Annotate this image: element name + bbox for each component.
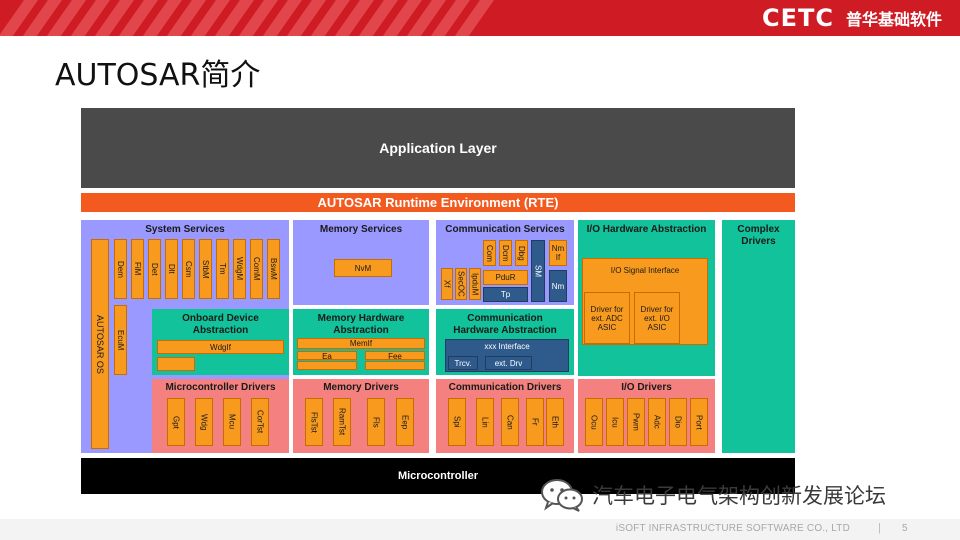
module-ea: Ea [297,351,357,361]
communication-services-block: Communication Services Com Dcm Dbg Nm If… [436,220,574,305]
module-fim: FiM [131,239,144,299]
memory-services-block: Memory Services NvM [293,220,429,305]
module-fr: Fr [526,398,544,446]
module-fls: Fls [367,398,385,446]
io-hardware-abstraction-block: I/O Hardware Abstraction I/O Signal Inte… [578,220,715,376]
module-com: Com [483,240,496,266]
module-eep: Eep [396,398,414,446]
module-ext-drv: ext. Drv [485,356,532,370]
communication-drivers-block: Communication Drivers Spi Lin Can Fr Eth [436,379,574,453]
memory-services-title: Memory Services [319,224,403,235]
module-nm: Nm [549,270,567,302]
wechat-icon [541,479,583,512]
module-memif: MemIf [297,338,425,349]
module-xf: Xf [441,268,453,300]
memory-hardware-abstraction-block: Memory Hardware Abstraction MemIf Ea Fee [293,309,429,375]
module-dcm: Dcm [499,240,512,266]
module-bswm: BswM [267,239,280,299]
module-dio: Dio [669,398,687,446]
module-tp: Tp [483,287,528,302]
communication-drivers-title: Communication Drivers [448,382,562,393]
module-ramtst: RamTst [333,398,351,446]
memory-hardware-abstraction-title: Memory Hardware Abstraction [317,313,405,336]
module-port: Port [690,398,708,446]
microcontroller-label: Microcontroller [397,470,479,482]
module-gpt: Gpt [167,398,185,446]
module-cortst: CorTst [251,398,269,446]
complex-drivers-title: Complex Drivers [737,224,780,247]
module-wdgm: WdgM [233,239,246,299]
io-drivers-title: I/O Drivers [621,382,672,393]
logo-text: 普华基础软件 [845,10,942,29]
io-drivers-block: I/O Drivers Ocu Icu Pwm Adc Dio Port [578,379,715,453]
module-adc: Adc [648,398,666,446]
module-stbm: StbM [199,239,212,299]
onboard-device-abstraction-block: Onboard Device Abstraction WdgIf [152,309,289,375]
microcontroller-drivers-block: Microcontroller Drivers Gpt Wdg Mcu CorT… [152,379,289,453]
rte-layer: AUTOSAR Runtime Environment (RTE) [81,193,795,212]
module-comm: ComM [250,239,263,299]
module-ipdum: IpduM [469,268,481,300]
communication-hardware-abstraction-title: Communication Hardware Abstraction [453,313,557,336]
module-ecum: EcuM [114,305,127,375]
ea-submodule [297,361,357,370]
module-trcv: Trcv. [448,356,478,370]
system-services-title: System Services [145,224,225,235]
module-icu: Icu [606,398,624,446]
module-spi: Spi [448,398,466,446]
microcontroller-drivers-title: Microcontroller Drivers [165,382,276,393]
application-layer-label: Application Layer [379,140,497,156]
module-autosar-os: AUTOSAR OS [91,239,109,449]
complex-drivers-block: Complex Drivers [722,220,795,453]
module-driver-ext-adc: Driver for ext. ADC ASIC [584,292,630,344]
io-signal-interface-label: I/O Signal Interface [610,265,680,275]
footer-company: iSOFT INFRASTRUCTURE SOFTWARE CO., LTD [615,523,850,534]
module-eth: Eth [546,398,564,446]
io-hardware-abstraction-title: I/O Hardware Abstraction [586,224,707,235]
module-mcu: Mcu [223,398,241,446]
onboard-device-abstraction-title: Onboard Device Abstraction [182,313,259,336]
module-csm: Csm [182,239,195,299]
onboard-device-module [157,357,195,371]
communication-services-title: Communication Services [445,224,565,235]
footer-separator: | [878,522,881,534]
module-nm-if: Nm If [549,240,567,266]
module-dem: Dem [114,239,127,299]
logo-mark: CETC [761,4,834,32]
rte-label: AUTOSAR Runtime Environment (RTE) [317,195,559,210]
module-tm: Tm [216,239,229,299]
module-wdgif: WdgIf [157,340,284,354]
memory-drivers-title: Memory Drivers [323,382,399,393]
module-secoc: SecOC [455,268,467,300]
module-dlt: Dlt [165,239,178,299]
watermark-text: 汽车电子电气架构创新发展论坛 [592,484,886,508]
module-wdg: Wdg [195,398,213,446]
module-pdur: PduR [483,270,528,285]
page-number: 5 [902,523,908,534]
xxx-interface-label: xxx Interface [484,342,530,351]
module-fee: Fee [365,351,425,361]
module-driver-ext-io: Driver for ext. I/O ASIC [634,292,680,344]
module-dbg: Dbg [515,240,528,266]
module-flstst: FlsTst [305,398,323,446]
module-nvm: NvM [334,259,392,277]
module-pwm: Pwm [627,398,645,446]
memory-drivers-block: Memory Drivers FlsTst RamTst Fls Eep [293,379,429,453]
fee-submodule [365,361,425,370]
module-det: Det [148,239,161,299]
application-layer: Application Layer [81,108,795,188]
module-lin: Lin [476,398,494,446]
page-title: AUTOSAR简介 [55,58,261,93]
watermark: 汽车电子电气架构创新发展论坛 [540,478,886,512]
company-logo: CETC 普华基础软件 [762,4,942,32]
module-sm: SM [531,240,545,302]
autosar-architecture-diagram: Application Layer AUTOSAR Runtime Enviro… [81,108,795,494]
module-ocu: Ocu [585,398,603,446]
module-can: Can [501,398,519,446]
communication-hardware-abstraction-block: Communication Hardware Abstraction xxx I… [436,309,574,375]
header-bar: CETC 普华基础软件 [0,0,960,36]
